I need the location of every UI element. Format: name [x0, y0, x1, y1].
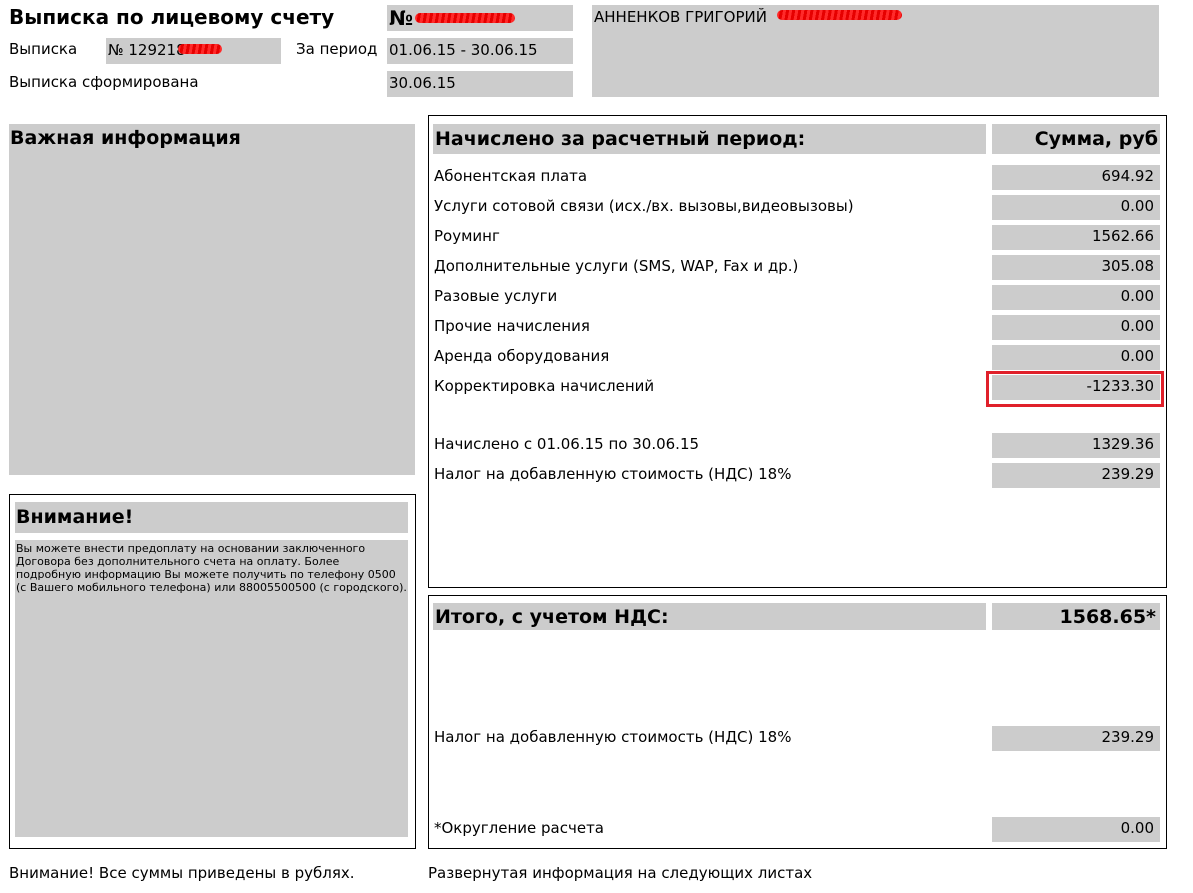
charges-panel: Начислено за расчетный период: Сумма, ру… [428, 115, 1167, 588]
charge-label: Прочие начисления [434, 317, 590, 335]
formed-cell: 30.06.15 [387, 71, 573, 97]
attention-panel: Внимание! Вы можете внести предоплату на… [9, 494, 416, 849]
redaction-mark [777, 10, 902, 20]
charge-value: 305.08 [992, 255, 1160, 280]
total-panel: Итого, с учетом НДС: 1568.65* Налог на д… [428, 595, 1167, 849]
formed-label: Выписка сформирована [9, 73, 199, 91]
footer-more-info: Развернутая информация на следующих лист… [428, 864, 813, 882]
sum-header: Сумма, руб [992, 124, 1160, 154]
client-name: АННЕНКОВ ГРИГОРИЙ [594, 8, 767, 26]
charge-value: 1562.66 [992, 225, 1160, 250]
charge-label: Корректировка начислений [434, 377, 655, 395]
footer-currency-note: Внимание! Все суммы приведены в рублях. [9, 864, 355, 882]
charge-label: Абонентская плата [434, 167, 588, 185]
highlight-box [986, 371, 1164, 407]
charge-label: Аренда оборудования [434, 347, 610, 365]
statement-label: Выписка [9, 40, 78, 58]
period-cell: 01.06.15 - 30.06.15 [387, 38, 573, 64]
formed-value: 30.06.15 [389, 74, 456, 92]
total-value: 1568.65* [992, 603, 1160, 630]
period-label: За период [296, 40, 378, 58]
account-number-prefix: № [389, 6, 414, 30]
total-title: Итого, с учетом НДС: [433, 603, 986, 630]
page-title: Выписка по лицевому счету [9, 5, 335, 29]
charge-value: 0.00 [992, 345, 1160, 370]
total-vat-label: Налог на добавленную стоимость (НДС) 18% [434, 728, 792, 746]
charge-value: 694.92 [992, 165, 1160, 190]
charge-label: Разовые услуги [434, 287, 558, 305]
client-name-cell: АННЕНКОВ ГРИГОРИЙ [592, 5, 1159, 97]
accrued-label: Начислено с 01.06.15 по 30.06.15 [434, 435, 700, 453]
charges-title: Начислено за расчетный период: [433, 124, 986, 154]
rounding-value: 0.00 [992, 817, 1160, 842]
attention-text: Вы можете внести предоплату на основании… [15, 540, 408, 837]
attention-title: Внимание! [15, 502, 408, 533]
charge-value: 0.00 [992, 195, 1160, 220]
redaction-mark [178, 44, 222, 54]
charge-value: 0.00 [992, 285, 1160, 310]
charge-label: Дополнительные услуги (SMS, WAP, Fax и д… [434, 257, 799, 275]
charge-label: Роуминг [434, 227, 500, 245]
account-number-cell: № [387, 5, 573, 31]
total-vat-value: 239.29 [992, 726, 1160, 751]
charge-label: Услуги сотовой связи (исх./вх. вызовы,ви… [434, 197, 854, 215]
vat-label: Налог на добавленную стоимость (НДС) 18% [434, 465, 792, 483]
statement-number: № 129218 [108, 41, 186, 59]
important-info-panel: Важная информация [9, 124, 415, 475]
accrued-value: 1329.36 [992, 433, 1160, 458]
important-info-title: Важная информация [10, 127, 241, 149]
statement-number-cell: № 129218 [106, 38, 281, 64]
period-value: 01.06.15 - 30.06.15 [389, 41, 538, 59]
redaction-mark [415, 13, 515, 23]
vat-value: 239.29 [992, 463, 1160, 488]
rounding-label: *Округление расчета [434, 819, 604, 837]
charge-value: 0.00 [992, 315, 1160, 340]
